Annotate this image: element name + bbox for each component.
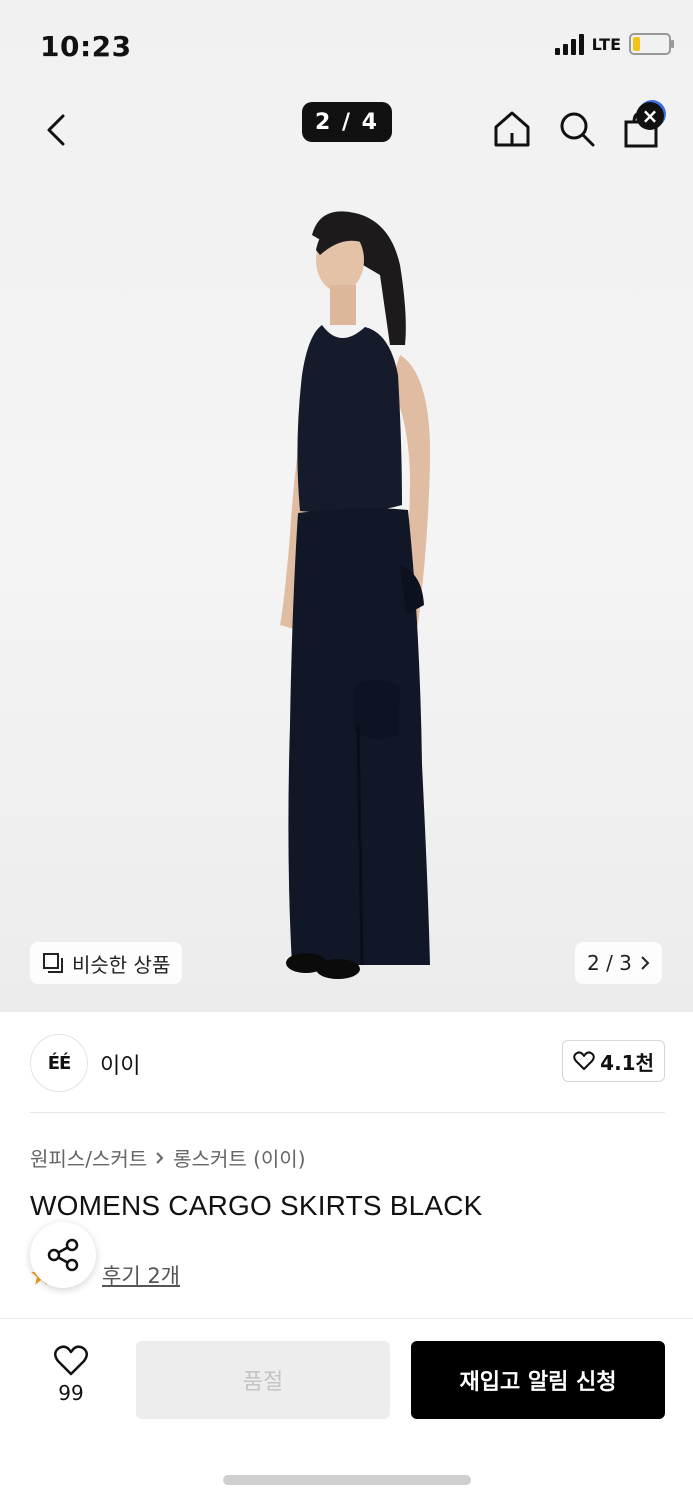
breadcrumb: 원피스/스커트 롱스커트 (이이) (30, 1143, 306, 1172)
product-title: WOMENS CARGO SKIRTS BLACK (30, 1190, 483, 1221)
product-photo (280, 211, 431, 979)
home-indicator[interactable] (223, 1475, 471, 1485)
similar-products-icon (43, 953, 63, 973)
network-label: LTE (591, 34, 621, 54)
chevron-right-icon (641, 956, 650, 970)
signal-icon (554, 33, 584, 55)
brand-like-count: 4.1천 (600, 1050, 654, 1075)
divider (30, 1112, 665, 1113)
brand-like-button[interactable]: 4.1천 (562, 1040, 665, 1082)
soldout-button[interactable]: 품절 (136, 1341, 390, 1419)
similar-products-button[interactable]: 비슷한 상품 (30, 942, 183, 984)
image-page-indicator: 2 / 4 (302, 102, 392, 142)
color-pager-label: 2 / 3 (587, 951, 632, 975)
bottom-action-bar: 99 품절 재입고 알림 신청 (0, 1318, 693, 1501)
brand-logo[interactable]: ÉÉ (30, 1034, 88, 1092)
brand-name[interactable]: 이이 (100, 1048, 140, 1080)
share-button[interactable] (30, 1222, 96, 1288)
search-button[interactable] (556, 108, 598, 150)
wishlist-count: 99 (58, 1381, 84, 1405)
review-link[interactable]: 후기 2개 (102, 1260, 180, 1290)
color-pager-button[interactable]: 2 / 3 (575, 942, 662, 984)
status-icons: LTE (554, 33, 674, 55)
cart-badge-close-icon: × (636, 102, 664, 130)
home-button[interactable] (491, 108, 533, 150)
chevron-left-icon (47, 114, 65, 146)
cart-button[interactable]: × (620, 102, 664, 150)
home-icon (494, 111, 530, 147)
wishlist-button[interactable]: 99 (40, 1345, 102, 1405)
back-button[interactable] (36, 110, 76, 150)
chevron-right-icon (156, 1151, 164, 1164)
battery-icon (629, 33, 674, 55)
status-time: 10:23 (40, 30, 132, 63)
heart-icon (54, 1345, 88, 1376)
similar-products-label: 비슷한 상품 (72, 952, 171, 977)
brand-row: ÉÉ 이이 4.1천 (30, 1034, 665, 1092)
restock-alert-button[interactable]: 재입고 알림 신청 (411, 1341, 665, 1419)
breadcrumb-subcategory[interactable]: 롱스커트 (이이) (173, 1143, 305, 1172)
product-image-gallery[interactable]: 10:23 LTE 2 / 4 × 비슷한 상품 2 / 3 (0, 0, 693, 1012)
top-navigation: 2 / 4 × (0, 96, 693, 166)
heart-icon (573, 1051, 595, 1070)
search-icon (560, 112, 595, 147)
status-bar: 10:23 LTE (0, 0, 693, 90)
share-icon (47, 1238, 79, 1272)
breadcrumb-category[interactable]: 원피스/스커트 (30, 1143, 147, 1172)
